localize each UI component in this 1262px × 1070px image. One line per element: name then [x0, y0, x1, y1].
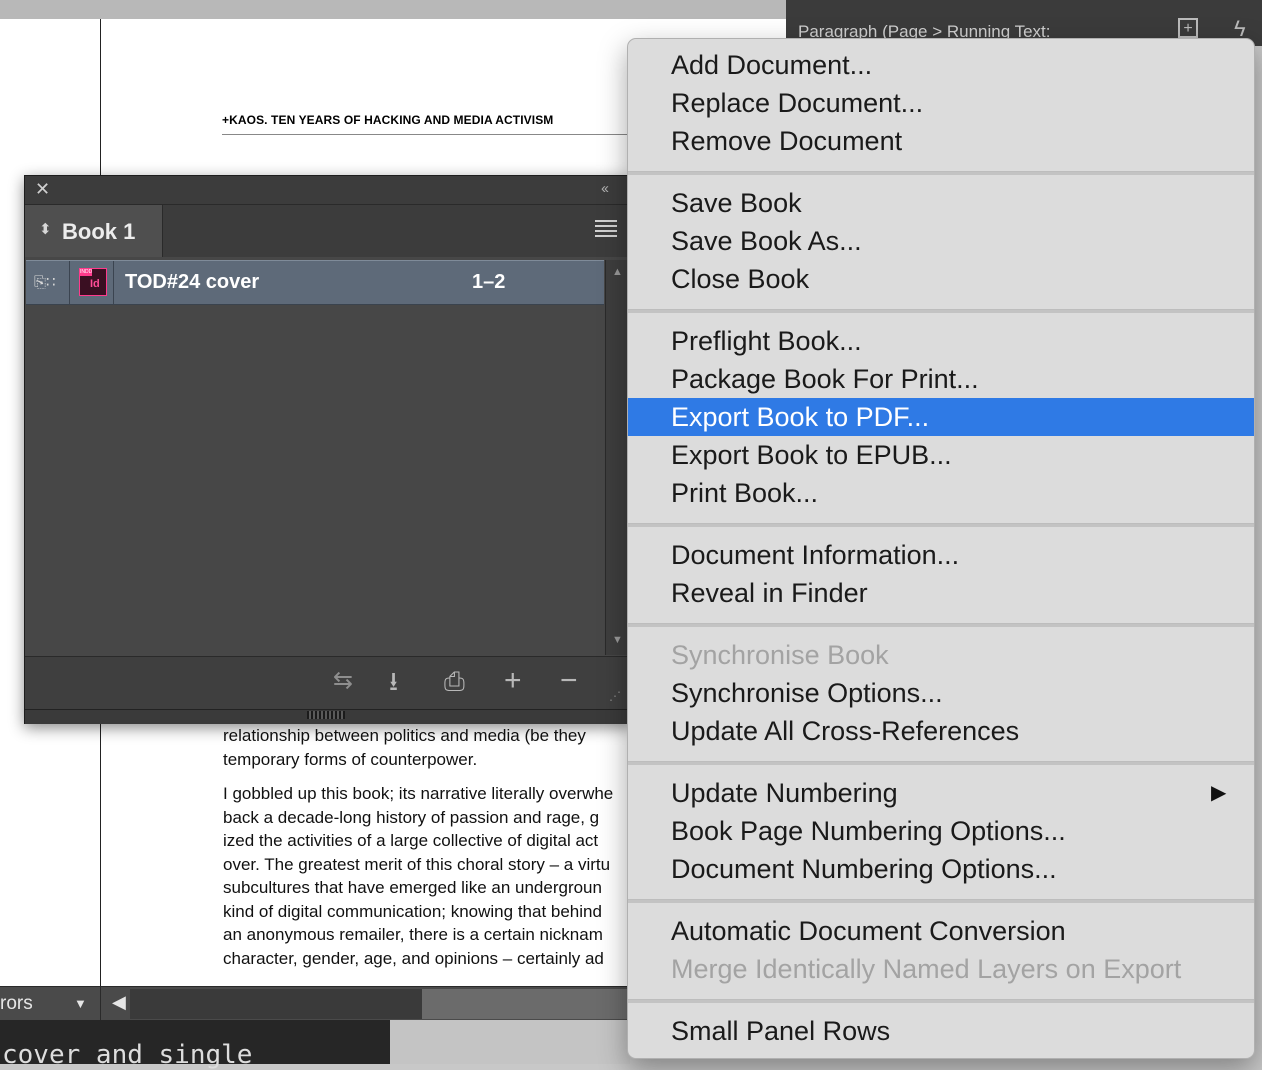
menu-item-document-numbering[interactable]: Document Numbering Options... — [628, 850, 1254, 888]
body-text[interactable]: relationship between politics and media … — [223, 724, 643, 981]
status-divider — [100, 987, 101, 1021]
menu-separator — [628, 623, 1254, 627]
errors-label: rors — [0, 993, 33, 1014]
status-bar: rors ▼ ◀ — [0, 986, 630, 1021]
menu-item-package-book[interactable]: Package Book For Print... — [628, 360, 1254, 398]
menu-separator — [628, 899, 1254, 903]
panel-bottom-strip — [25, 709, 631, 724]
document-page-range: 1–2 — [472, 271, 506, 293]
remove-document-icon[interactable]: − — [560, 666, 578, 696]
indesign-doc-icon: INDD Id — [79, 268, 107, 296]
panel-drag-grip[interactable] — [307, 711, 345, 719]
save-book-icon[interactable]: ⭳ — [389, 667, 398, 695]
submenu-arrow-icon: ▶ — [1211, 782, 1227, 804]
print-book-icon[interactable]: ⎙ — [444, 667, 465, 695]
body-line: relationship between politics and media … — [223, 726, 586, 745]
menu-item-reveal-in-finder[interactable]: Reveal in Finder — [628, 574, 1254, 612]
body-line: I gobbled up this book; its narrative li… — [223, 784, 614, 803]
scroll-down-icon[interactable]: ▼ — [612, 634, 623, 646]
menu-item-automatic-document-conversion[interactable]: Automatic Document Conversion — [628, 912, 1254, 950]
menu-item-save-book-as[interactable]: Save Book As... — [628, 222, 1254, 260]
menu-item-save-book[interactable]: Save Book — [628, 184, 1254, 222]
book-tab-row: ⬍ Book 1 — [25, 205, 631, 257]
menu-item-update-numbering[interactable]: Update Numbering ▶ — [628, 774, 1254, 812]
book-panel-titlebar[interactable]: ✕ ‹‹ — [25, 176, 631, 205]
panel-menu-icon[interactable] — [595, 220, 617, 238]
menu-item-close-book[interactable]: Close Book — [628, 260, 1254, 298]
menu-item-synchronise-options[interactable]: Synchronise Options... — [628, 674, 1254, 712]
menu-item-export-pdf[interactable]: Export Book to PDF... — [628, 398, 1254, 436]
menu-separator — [628, 523, 1254, 527]
indesign-doc-letters: Id — [90, 278, 100, 290]
menu-item-label: Update Numbering — [671, 778, 898, 808]
menu-item-add-document[interactable]: Add Document... — [628, 46, 1254, 84]
body-line: back a decade-long history of passion an… — [223, 807, 600, 827]
body-line: an anonymous remailer, there is a certai… — [223, 925, 603, 944]
cell-divider — [69, 261, 70, 304]
add-style-icon[interactable]: + — [1178, 18, 1198, 38]
collapse-panel-icon[interactable]: ‹‹ — [601, 180, 609, 197]
body-line: ized the activities of a large collectiv… — [223, 831, 599, 850]
tab-book-1[interactable]: ⬍ Book 1 — [25, 205, 163, 257]
menu-item-export-epub[interactable]: Export Book to EPUB... — [628, 436, 1254, 474]
menu-item-remove-document[interactable]: Remove Document — [628, 122, 1254, 160]
horizontal-scroll-track[interactable] — [130, 989, 422, 1019]
menu-separator — [628, 171, 1254, 175]
menu-item-small-panel-rows[interactable]: Small Panel Rows — [628, 1012, 1254, 1050]
chevron-down-icon[interactable]: ▼ — [74, 996, 87, 1011]
close-icon[interactable]: ✕ — [35, 179, 50, 200]
resize-grip-icon[interactable]: ⋰ — [609, 689, 621, 703]
book-panel-menu: Add Document... Replace Document... Remo… — [627, 38, 1255, 1059]
synchronize-icon[interactable]: ⇆ — [333, 667, 353, 695]
story-editor-text: cover and single — [2, 1040, 253, 1070]
menu-item-preflight-book[interactable]: Preflight Book... — [628, 322, 1254, 360]
book-panel-footer: ⇆ ⭳ ⎙ + − ⋰ — [25, 656, 631, 709]
menu-item-print-book[interactable]: Print Book... — [628, 474, 1254, 512]
menu-item-update-cross-references[interactable]: Update All Cross-References — [628, 712, 1254, 750]
add-document-icon[interactable]: + — [504, 666, 522, 696]
menu-item-book-page-numbering[interactable]: Book Page Numbering Options... — [628, 812, 1254, 850]
body-line: subcultures that have emerged like an un… — [223, 878, 602, 897]
menu-item-merge-layers: Merge Identically Named Layers on Export — [671, 954, 1182, 984]
menu-item-document-information[interactable]: Document Information... — [628, 536, 1254, 574]
book-panel: ✕ ‹‹ ⬍ Book 1 ⎘∷ INDD Id TOD#24 cover 1–… — [24, 175, 632, 724]
document-status-icon: ⎘∷ — [34, 274, 56, 291]
body-line: over. The greatest merit of this choral … — [223, 854, 611, 874]
indesign-doc-tag: INDD — [80, 269, 93, 276]
menu-separator — [628, 761, 1254, 765]
document-name: TOD#24 cover — [125, 271, 260, 293]
cell-divider — [113, 261, 114, 304]
scroll-up-icon[interactable]: ▲ — [612, 266, 623, 278]
menu-separator — [628, 999, 1254, 1003]
body-line: temporary forms of counterpower. — [223, 749, 478, 769]
sort-arrows-icon: ⬍ — [39, 221, 52, 238]
pasteboard — [390, 1020, 630, 1064]
tab-label: Book 1 — [62, 219, 136, 244]
body-line: character, gender, age, and opinions – c… — [223, 948, 604, 968]
body-line: kind of digital communication; knowing t… — [223, 901, 602, 921]
running-head: +KAOS. TEN YEARS OF HACKING AND MEDIA AC… — [222, 113, 642, 135]
menu-item-replace-document[interactable]: Replace Document... — [628, 84, 1254, 122]
book-document-row[interactable]: ⎘∷ INDD Id TOD#24 cover 1–2 — [26, 260, 604, 305]
menu-separator — [628, 309, 1254, 313]
triangle-left-icon[interactable]: ◀ — [112, 992, 126, 1013]
horizontal-scroll-thumb[interactable] — [422, 989, 630, 1019]
menu-item-synchronise-book: Synchronise Book — [671, 640, 889, 670]
